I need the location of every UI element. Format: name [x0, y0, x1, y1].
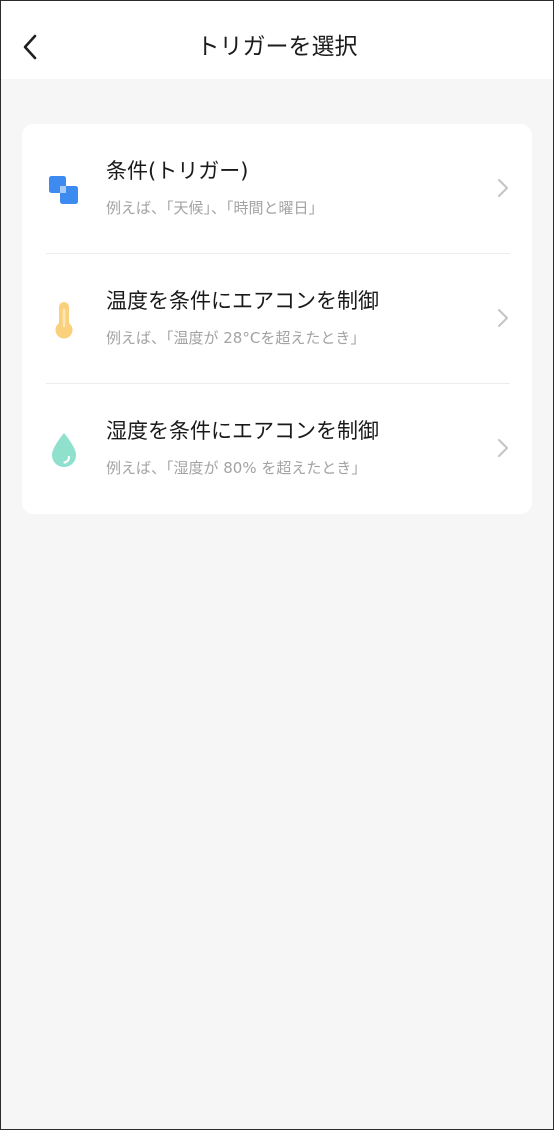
option-condition-trigger[interactable]: 条件(トリガー) 例えば、「天候」、「時間と曜日」: [22, 124, 532, 254]
option-temperature-control[interactable]: 温度を条件にエアコンを制御 例えば、「温度が 28°Cを超えたとき」: [22, 254, 532, 384]
option-example: 例えば、「湿度が 80% を超えたとき」: [106, 459, 367, 477]
thermometer-icon: [44, 300, 84, 340]
chevron-right-icon: [494, 176, 512, 200]
option-humidity-control[interactable]: 湿度を条件にエアコンを制御 例えば、「湿度が 80% を超えたとき」: [22, 384, 532, 514]
header-bar: トリガーを選択: [1, 1, 553, 79]
option-example: 例えば、「温度が 28°Cを超えたとき」: [106, 329, 366, 347]
option-label: 条件(トリガー): [106, 159, 249, 183]
option-label: 湿度を条件にエアコンを制御: [106, 419, 379, 443]
page-title: トリガーを選択: [196, 34, 358, 60]
trigger-options-card: 条件(トリガー) 例えば、「天候」、「時間と曜日」 温度を条件にエアコンを制御 …: [22, 124, 532, 514]
water-drop-icon: [44, 430, 84, 470]
condition-squares-icon: [44, 170, 84, 210]
option-label: 温度を条件にエアコンを制御: [106, 289, 379, 313]
chevron-right-icon: [494, 436, 512, 460]
chevron-right-icon: [494, 306, 512, 330]
option-example: 例えば、「天候」、「時間と曜日」: [106, 199, 324, 217]
screen: トリガーを選択 条件(トリガー) 例えば、「天候」、「時間と曜日」 温度を条件に…: [0, 0, 554, 1130]
